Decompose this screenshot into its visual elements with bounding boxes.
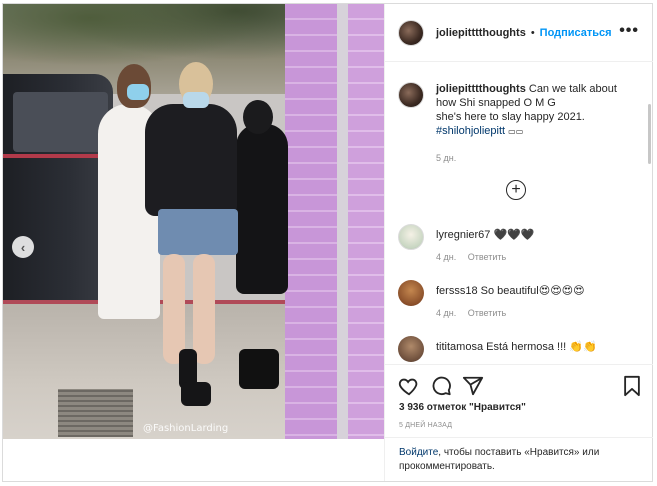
comment-meta: 4 дн. Ответить — [436, 252, 535, 262]
photo-person-head — [243, 100, 273, 134]
photo-wall-gap — [337, 4, 348, 439]
avatar[interactable] — [398, 82, 424, 108]
comment-body: lyregnier67 🖤🖤🖤 4 дн. Ответить — [436, 224, 535, 262]
more-icon[interactable]: ••• — [619, 22, 639, 40]
photo-leg — [163, 254, 185, 364]
post-side-panel: joliepitttthoughts • Подписаться ••• jol… — [384, 4, 653, 481]
caption-hashtag[interactable]: #shilohjoliepitt — [436, 125, 505, 137]
follow-button[interactable]: Подписаться — [540, 27, 612, 39]
login-link[interactable]: Войдите — [399, 447, 438, 458]
load-more-glyph: + — [511, 181, 521, 198]
comment-icon[interactable] — [430, 375, 452, 397]
comment-time[interactable]: 4 дн. — [436, 252, 456, 262]
list-item: lyregnier67 🖤🖤🖤 4 дн. Ответить — [398, 224, 638, 262]
action-bar — [385, 364, 653, 404]
photo-face-mask — [183, 92, 209, 108]
post-date[interactable]: 5 ДНЕЙ НАЗАД — [399, 422, 452, 429]
avatar[interactable] — [398, 19, 424, 46]
avatar[interactable] — [398, 280, 424, 306]
comment-text: fersss18 So beautiful😍😍😍😍 — [436, 284, 585, 298]
photo-person-black — [236, 124, 288, 294]
photo-pink-pillar — [285, 4, 337, 439]
comment-body: fersss18 So beautiful😍😍😍😍 4 дн. Ответить — [436, 280, 585, 318]
photo-trees — [3, 4, 293, 74]
header-username[interactable]: joliepitttthoughts — [436, 27, 526, 39]
photo-pink-pillar-2 — [348, 4, 384, 439]
comment-username[interactable]: fersss18 — [436, 285, 478, 297]
plus-circle-icon[interactable]: + — [506, 180, 526, 200]
photo-person-shoes — [239, 349, 279, 389]
caption-username[interactable]: joliepitttthoughts — [436, 83, 526, 95]
caption-emoji: ▭▭ — [508, 127, 524, 136]
photo-leg — [193, 254, 215, 364]
login-prompt: Войдите, чтобы поставить «Нравится» или … — [385, 437, 653, 481]
comment-text: tititamosa Está hermosa !!! 👏👏 — [436, 340, 597, 354]
photo-car-stripe — [3, 154, 108, 158]
comment-username[interactable]: lyregnier67 — [436, 229, 490, 241]
comment-username[interactable]: tititamosa — [436, 341, 483, 353]
separator-dot: • — [530, 26, 535, 39]
comment-time[interactable]: 4 дн. — [436, 308, 456, 318]
caption-body: joliepitttthoughts Can we talk about how… — [436, 82, 638, 165]
share-icon[interactable] — [462, 375, 484, 397]
reply-button[interactable]: Ответить — [468, 308, 506, 318]
comment-text: lyregnier67 🖤🖤🖤 — [436, 228, 535, 242]
photo-face-mask — [127, 84, 149, 100]
comment-meta: 4 дн. Ответить — [436, 308, 585, 318]
photo-watermark: @FashionLarding — [143, 423, 229, 434]
comments-list[interactable]: joliepitttthoughts Can we talk about how… — [385, 62, 647, 364]
photo-person-hoodie — [145, 104, 237, 216]
list-item: tititamosa Está hermosa !!! 👏👏 — [398, 336, 638, 362]
instagram-post: ‹ @FashionLarding joliepitttthoughts • П… — [2, 3, 653, 482]
comment-body: tititamosa Está hermosa !!! 👏👏 — [436, 336, 597, 362]
chevron-left-icon[interactable]: ‹ — [12, 236, 34, 258]
bookmark-icon[interactable] — [621, 375, 643, 397]
comment-message: So beautiful😍😍😍😍 — [480, 285, 585, 297]
caption-time[interactable]: 5 дн. — [436, 151, 638, 165]
post-caption: joliepitttthoughts Can we talk about how… — [398, 82, 638, 165]
comments-scrollbar[interactable] — [648, 104, 651, 164]
caption-text: joliepitttthoughts Can we talk about how… — [436, 82, 638, 139]
heart-icon[interactable] — [398, 375, 420, 397]
photo-grate — [58, 389, 133, 437]
avatar[interactable] — [398, 224, 424, 250]
prev-arrow: ‹ — [20, 239, 26, 255]
comment-message: 🖤🖤🖤 — [493, 229, 535, 241]
reply-button[interactable]: Ответить — [468, 252, 506, 262]
avatar[interactable] — [398, 336, 424, 362]
caption-line-2: she's here to slay happy 2021. — [436, 111, 585, 123]
photo-sneaker — [181, 382, 211, 406]
comment-message: Está hermosa !!! 👏👏 — [486, 341, 597, 353]
list-item: fersss18 So beautiful😍😍😍😍 4 дн. Ответить — [398, 280, 638, 318]
post-header: joliepitttthoughts • Подписаться ••• — [385, 4, 653, 62]
photo-car-window — [13, 92, 108, 152]
photo-denim-shorts — [158, 209, 238, 255]
likes-count[interactable]: 3 936 отметок "Нравится" — [399, 402, 526, 413]
post-photo[interactable]: ‹ @FashionLarding — [3, 4, 384, 439]
